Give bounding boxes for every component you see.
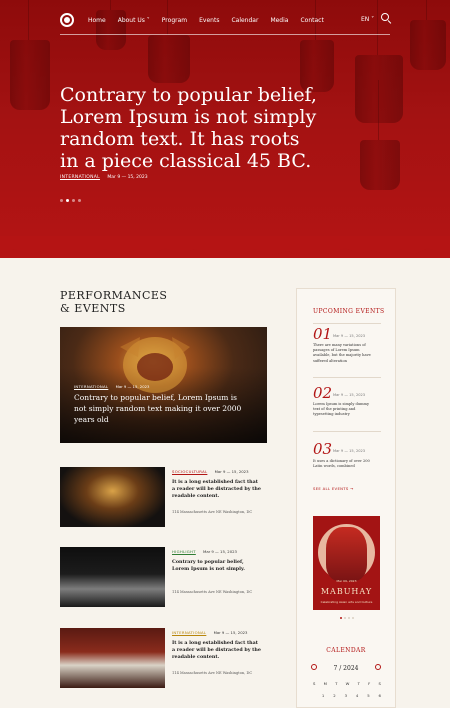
upcoming-text[interactable]: There are many variations of passages of… xyxy=(313,343,377,364)
weekday-label: S xyxy=(378,681,381,686)
calendar-day[interactable]: 5 xyxy=(367,693,369,698)
featured-title[interactable]: Contrary to popular belief, Lorem Ipsum … xyxy=(74,392,244,425)
hero-banner: Home About Us ˅ Program Events Calendar … xyxy=(0,0,450,258)
event-title[interactable]: It is a long established fact that a rea… xyxy=(172,640,262,661)
weekday-label: F xyxy=(368,681,371,686)
weekday-label: M xyxy=(323,681,327,686)
event-item[interactable]: INTERNATIONAL Mar 9 — 15, 2023 It is a l… xyxy=(60,628,267,688)
nav-item-program[interactable]: Program xyxy=(162,17,187,24)
event-thumbnail[interactable] xyxy=(60,628,165,688)
featured-meta: INTERNATIONAL Mar 9 — 15, 2023 xyxy=(74,384,149,389)
event-meta: INTERNATIONAL Mar 9 — 15, 2023 xyxy=(172,630,247,635)
nav-item-home[interactable]: Home xyxy=(88,17,106,24)
calendar-day[interactable]: 1 xyxy=(322,693,324,698)
search-icon[interactable] xyxy=(381,13,389,21)
nav-item-about-us[interactable]: About Us ˅ xyxy=(118,17,150,24)
weekday-label: S xyxy=(313,681,316,686)
poster-date: Mar 09, 2023 xyxy=(336,579,357,583)
sidebar-divider xyxy=(313,431,381,432)
lantern-graphic xyxy=(148,0,190,83)
event-date: Mar 9 — 15, 2023 xyxy=(203,549,237,554)
main-navigation: Home About Us ˅ Program Events Calendar … xyxy=(60,8,390,32)
event-address: 114 Massachusetts Ave NE Washington, DC xyxy=(172,510,253,514)
calendar-day[interactable]: 6 xyxy=(379,693,381,698)
event-thumbnail[interactable] xyxy=(60,547,165,607)
sidebar-divider xyxy=(313,323,381,324)
poster-dot-active[interactable] xyxy=(340,617,342,619)
slider-dot-active[interactable] xyxy=(66,199,69,202)
logo-icon[interactable] xyxy=(60,13,74,27)
event-tag[interactable]: INTERNATIONAL xyxy=(172,630,206,635)
lantern-graphic xyxy=(10,0,50,110)
upcoming-date: Mar 9 — 15, 2023 xyxy=(333,334,366,338)
poster-mask-graphic xyxy=(326,527,367,581)
event-poster[interactable]: Mar 09, 2023 MABUHAY Celebrating Asian a… xyxy=(313,516,380,610)
weekday-label: W xyxy=(345,681,350,686)
weekday-label: T xyxy=(335,681,338,686)
upcoming-date: Mar 9 — 15, 2023 xyxy=(333,449,366,453)
slider-dot[interactable] xyxy=(78,199,81,202)
slider-dot[interactable] xyxy=(72,199,75,202)
lantern-graphic xyxy=(355,0,403,123)
sidebar-panel: UPCOMING EVENTS 01 Mar 9 — 15, 2023 Ther… xyxy=(296,288,396,708)
event-address: 114 Massachusetts Ave NE Washington, DC xyxy=(172,671,253,675)
upcoming-text[interactable]: It uses a dictionary of over 200 Latin w… xyxy=(313,459,377,469)
nav-item-calendar[interactable]: Calendar xyxy=(231,17,258,24)
lantern-graphic xyxy=(410,0,446,70)
featured-tag[interactable]: INTERNATIONAL xyxy=(74,384,108,389)
section-title: PERFORMANCES & EVENTS xyxy=(60,289,167,315)
event-meta: HIGHLIGHT Mar 9 — 15, 2023 xyxy=(172,549,237,554)
hero-tag[interactable]: INTERNATIONAL xyxy=(60,175,100,180)
upcoming-number: 01 xyxy=(313,325,333,343)
event-item[interactable]: SOCIOCULTURAL Mar 9 — 15, 2023 It is a l… xyxy=(60,467,267,527)
lantern-graphic xyxy=(360,80,400,190)
upcoming-date: Mar 9 — 15, 2023 xyxy=(333,393,366,397)
torn-edge-divider xyxy=(0,236,450,256)
calendar-weekdays: S M T W T F S xyxy=(313,681,381,686)
see-all-events-link[interactable]: SEE ALL EVENTS → xyxy=(313,486,354,491)
poster-dot[interactable] xyxy=(344,617,346,619)
nav-item-contact[interactable]: Contact xyxy=(300,17,323,24)
section-title-line2: & EVENTS xyxy=(60,302,126,315)
nav-item-events[interactable]: Events xyxy=(199,17,219,24)
hero-meta: INTERNATIONAL Mar 9 — 15, 2023 xyxy=(60,175,148,180)
calendar-day[interactable]: 4 xyxy=(356,693,358,698)
nav-divider xyxy=(60,34,390,35)
calendar-title: CALENDAR xyxy=(326,647,366,654)
calendar-day[interactable]: 2 xyxy=(333,693,335,698)
featured-event-card[interactable]: INTERNATIONAL Mar 9 — 15, 2023 Contrary … xyxy=(60,327,267,443)
weekday-label: T xyxy=(357,681,360,686)
hero-title: Contrary to popular belief, Lorem Ipsum … xyxy=(60,84,317,172)
calendar-first-week: 1 2 3 4 5 6 xyxy=(313,693,381,698)
event-meta: SOCIOCULTURAL Mar 9 — 15, 2023 xyxy=(172,469,249,474)
slider-dots xyxy=(60,199,84,202)
hero-date: Mar 9 — 15, 2023 xyxy=(107,175,148,180)
upcoming-text[interactable]: Lorem Ipsum is simply dummy text of the … xyxy=(313,402,377,418)
language-selector[interactable]: EN ˅ xyxy=(361,16,374,23)
event-address: 114 Massachusetts Ave NE Washington, DC xyxy=(172,590,253,594)
upcoming-number: 02 xyxy=(313,384,333,402)
calendar-day[interactable]: 3 xyxy=(345,693,347,698)
event-tag[interactable]: HIGHLIGHT xyxy=(172,549,196,554)
poster-subtitle: Celebrating Asian arts and Culture xyxy=(320,600,373,604)
event-title[interactable]: Contrary to popular belief, Lorem Ipsum … xyxy=(172,559,262,573)
event-thumbnail[interactable] xyxy=(60,467,165,527)
nav-item-media[interactable]: Media xyxy=(270,17,288,24)
event-date: Mar 9 — 15, 2023 xyxy=(214,469,249,474)
calendar-next-icon[interactable] xyxy=(375,664,381,670)
slider-dot[interactable] xyxy=(60,199,63,202)
poster-title: MABUHAY xyxy=(320,587,373,596)
poster-dot[interactable] xyxy=(348,617,350,619)
poster-dot[interactable] xyxy=(352,617,354,619)
event-title[interactable]: It is a long established fact that a rea… xyxy=(172,479,262,500)
upcoming-number: 03 xyxy=(313,440,333,458)
section-title-line1: PERFORMANCES xyxy=(60,289,168,302)
event-tag[interactable]: SOCIOCULTURAL xyxy=(172,469,207,474)
featured-date: Mar 9 — 15, 2023 xyxy=(115,384,150,389)
sidebar-divider xyxy=(313,377,381,378)
event-date: Mar 9 — 15, 2023 xyxy=(213,630,248,635)
event-item[interactable]: HIGHLIGHT Mar 9 — 15, 2023 Contrary to p… xyxy=(60,547,267,607)
poster-slider-dots xyxy=(340,617,356,619)
upcoming-events-title: UPCOMING EVENTS xyxy=(313,308,385,315)
